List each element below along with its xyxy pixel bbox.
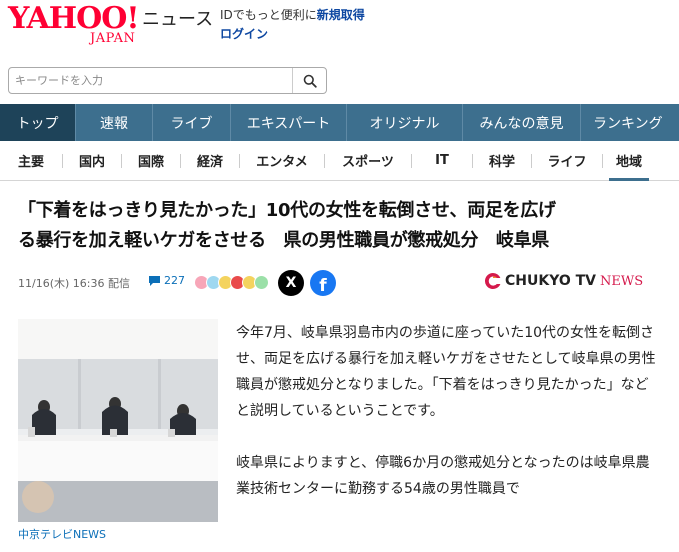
facebook-share-icon[interactable]: f [310, 270, 336, 296]
nav-item-opinions[interactable]: みんなの意見 [463, 104, 581, 141]
logo-wordmark: YAHOO! [8, 1, 140, 36]
chukyo-tv-logo-icon [484, 272, 501, 289]
comment-icon [149, 275, 160, 286]
category-science[interactable]: 科学 [473, 141, 531, 181]
article-title-line-1: 「下着をはっきり見たかった」10代の女性を転倒させ、両足を広げ [18, 200, 556, 221]
login-link[interactable]: ログイン [220, 26, 268, 43]
article-title-line-2: る暴行を加え軽いケガをさせる 県の男性職員が懲戒処分 岐阜県 [18, 230, 549, 251]
site-header: YAHOO! JAPAN ニュース IDでもっと便利に新規取得 ログイン [0, 0, 679, 60]
category-economy[interactable]: 経済 [181, 141, 239, 181]
search-input[interactable] [15, 71, 285, 90]
nav-item-top[interactable]: トップ [0, 104, 76, 141]
category-domestic[interactable]: 国内 [63, 141, 121, 181]
id-promo: IDでもっと便利に新規取得 [220, 7, 365, 24]
nav-item-expert[interactable]: エキスパート [231, 104, 347, 141]
reaction-emojis[interactable] [194, 275, 269, 290]
source-suffix: NEWS [600, 273, 644, 289]
logo-subtext: JAPAN [90, 31, 136, 46]
promo-text: IDでもっと便利に [220, 8, 317, 22]
category-main[interactable]: 主要 [0, 141, 62, 181]
search-icon [303, 74, 317, 88]
nav-item-ranking[interactable]: ランキング [581, 104, 679, 141]
category-sports[interactable]: スポーツ [325, 141, 411, 181]
nav-item-original[interactable]: オリジナル [347, 104, 463, 141]
nav-item-live[interactable]: ライブ [153, 104, 231, 141]
primary-nav: トップ 速報 ライブ エキスパート オリジナル みんなの意見 ランキング [0, 104, 679, 141]
category-international[interactable]: 国際 [122, 141, 180, 181]
category-it[interactable]: IT [412, 141, 472, 181]
yahoo-japan-logo[interactable]: YAHOO! JAPAN [8, 4, 140, 48]
publish-date: 11/16(木) 16:36 配信 [18, 277, 130, 290]
article-paragraph: 今年7月、岐阜県羽島市内の歩道に座っていた10代の女性を転倒させ、両足を広げる暴… [236, 325, 656, 419]
article-photo[interactable] [18, 319, 218, 522]
article-meta: 11/16(木) 16:36 配信 227 X f CHUKYO TV NEWS [18, 270, 658, 296]
press-conference-image [18, 319, 218, 522]
category-local[interactable]: 地域 [603, 141, 655, 181]
category-nav: 主要 国内 国際 経済 エンタメ スポーツ IT 科学 ライフ 地域 [0, 141, 679, 181]
article-paragraph: 岐阜県によりますと、停職6か月の懲戒処分となったのは岐阜県農業技術センターに勤務… [236, 455, 650, 497]
reaction-emoji-icon [254, 275, 269, 290]
article-title: 「下着をはっきり見たかった」10代の女性を転倒させ、両足を広げ る暴行を加え軽い… [18, 196, 663, 256]
category-life[interactable]: ライフ [532, 141, 602, 181]
source-name: CHUKYO TV [505, 273, 597, 289]
comment-count: 227 [164, 274, 185, 287]
comment-link[interactable]: 227 [148, 274, 185, 287]
news-service-label[interactable]: ニュース [142, 8, 213, 32]
article-body: 今年7月、岐阜県羽島市内の歩道に座っていた10代の女性を転倒させ、両足を広げる暴… [236, 320, 661, 502]
nav-item-breaking[interactable]: 速報 [76, 104, 153, 141]
photo-caption[interactable]: 中京テレビNEWS [18, 526, 106, 542]
register-link[interactable]: 新規取得 [317, 8, 365, 22]
source-logo[interactable]: CHUKYO TV NEWS [484, 272, 643, 290]
search-button[interactable] [292, 68, 326, 93]
search-box [8, 67, 327, 94]
category-entertainment[interactable]: エンタメ [240, 141, 324, 181]
x-share-icon[interactable]: X [278, 270, 304, 296]
